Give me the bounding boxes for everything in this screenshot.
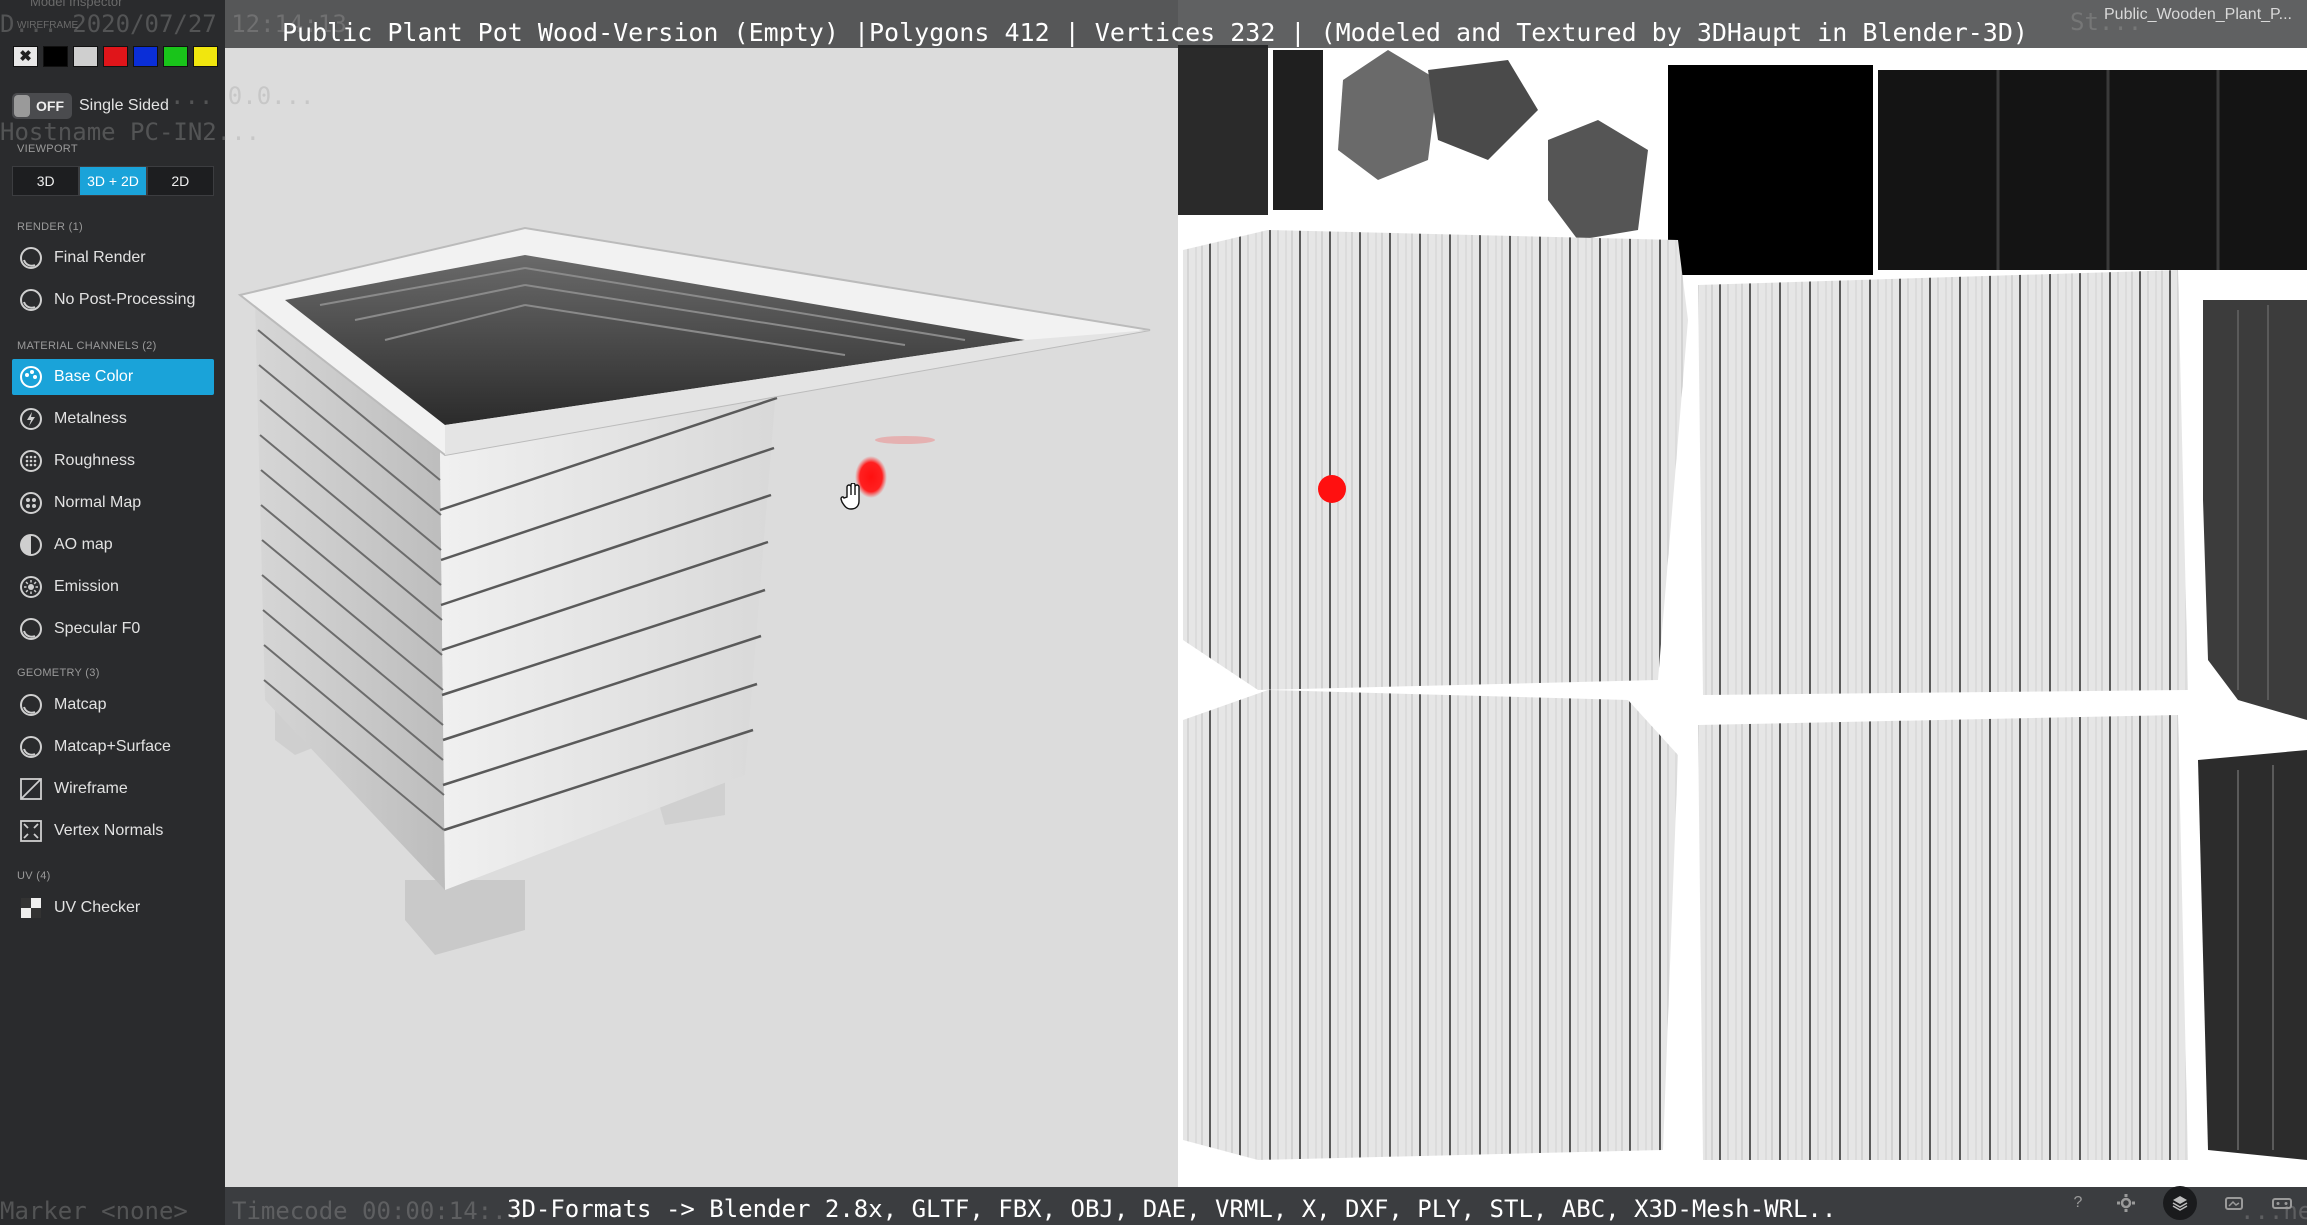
emission-item[interactable]: Emission	[12, 569, 214, 605]
metalness-item[interactable]: Metalness	[12, 401, 214, 437]
final-render-item[interactable]: Final Render	[12, 240, 214, 276]
ao-map-item[interactable]: AO map	[12, 527, 214, 563]
single-sided-label: Single Sided	[79, 97, 169, 114]
sphere-icon	[18, 287, 44, 313]
normal-map-label: Normal Map	[54, 494, 142, 511]
vertex-normals-icon	[18, 818, 44, 844]
wireframe-icon	[18, 776, 44, 802]
toggle-state: OFF	[36, 98, 64, 114]
viewport-3d2d-button[interactable]: 3D + 2D	[79, 166, 147, 196]
sphere-icon	[18, 692, 44, 718]
swatch-green[interactable]	[163, 46, 188, 67]
ghost-timecode: Timecode 00:00:14:..	[232, 1197, 521, 1225]
model-filename: Public_Wooden_Plant_P...	[2104, 6, 2292, 23]
toggle-knob	[14, 95, 30, 117]
uv-marker-2d	[1318, 475, 1346, 503]
ghost-hostname: Hostname PC-IN2...	[0, 118, 261, 146]
checker-icon	[18, 895, 44, 921]
uv-texture-map	[1178, 45, 2307, 1160]
matcap-surface-item[interactable]: Matcap+Surface	[12, 729, 214, 765]
viewport-2d-button[interactable]: 2D	[146, 166, 214, 196]
sphere-icon	[18, 616, 44, 642]
inspector-sidebar: Model Inspector WIREFRAME ✖ OFF Single S…	[0, 0, 225, 1225]
bottom-toolbar: ?	[2067, 1184, 2293, 1222]
wireframe-label: Wireframe	[54, 780, 128, 797]
final-render-label: Final Render	[54, 249, 146, 266]
roughness-label: Roughness	[54, 452, 135, 469]
hand-cursor-icon	[840, 483, 860, 510]
wireframe-item[interactable]: Wireframe	[12, 771, 214, 807]
uv-checker-label: UV Checker	[54, 899, 141, 916]
matcap-item[interactable]: Matcap	[12, 687, 214, 723]
lightning-icon	[18, 406, 44, 432]
sphere-icon	[18, 734, 44, 760]
uv-checker-item[interactable]: UV Checker	[12, 890, 214, 926]
vertex-normals-item[interactable]: Vertex Normals	[12, 813, 214, 849]
swatch-red[interactable]	[103, 46, 128, 67]
sun-icon	[18, 574, 44, 600]
single-sided-toggle[interactable]: OFF	[12, 93, 72, 119]
vr-icon[interactable]	[2271, 1192, 2293, 1214]
matcap-label: Matcap	[54, 696, 107, 713]
matcap-surface-label: Matcap+Surface	[54, 738, 171, 755]
viewport-mode-group: 3D 3D + 2D 2D	[12, 166, 214, 196]
swatch-blue[interactable]	[133, 46, 158, 67]
sidebar-header: Model Inspector	[30, 0, 123, 9]
ao-map-label: AO map	[54, 536, 113, 553]
specular-f0-label: Specular F0	[54, 620, 141, 637]
bumps-sphere-icon	[18, 490, 44, 516]
ghost-marker: Marker <none>	[0, 1197, 188, 1225]
no-post-processing-label: No Post-Processing	[54, 291, 196, 308]
swatch-none[interactable]: ✖	[13, 46, 38, 67]
supported-formats: 3D-Formats -> Blender 2.8x, GLTF, FBX, O…	[507, 1195, 1837, 1223]
plant-pot-render	[237, 226, 1151, 955]
viewport-3d-button[interactable]: 3D	[12, 166, 80, 196]
single-sided-row: OFF Single Sided	[12, 93, 169, 119]
emission-label: Emission	[54, 578, 119, 595]
base-color-label: Base Color	[54, 368, 134, 385]
metalness-label: Metalness	[54, 410, 127, 427]
palette-icon	[18, 364, 44, 390]
render-section-label: RENDER (1)	[17, 221, 83, 233]
model-title: Public Plant Pot Wood-Version (Empty) |P…	[282, 18, 2028, 47]
3d-viewport[interactable]	[225, 0, 1178, 1187]
swatch-gray[interactable]	[73, 46, 98, 67]
dots-sphere-icon	[18, 448, 44, 474]
ghost-line2: ... 0.0...	[170, 82, 315, 110]
layers-icon[interactable]	[2163, 1186, 2197, 1220]
base-color-item[interactable]: Base Color	[12, 359, 214, 395]
no-post-processing-item[interactable]: No Post-Processing	[12, 282, 214, 318]
sphere-icon	[18, 245, 44, 271]
uv-section-label: UV (4)	[17, 870, 51, 882]
roughness-item[interactable]: Roughness	[12, 443, 214, 479]
geometry-section-label: GEOMETRY (3)	[17, 667, 100, 679]
settings-icon[interactable]	[2115, 1192, 2137, 1214]
material-section-label: MATERIAL CHANNELS (2)	[17, 340, 157, 352]
vertex-normals-label: Vertex Normals	[54, 822, 164, 839]
screenshot-icon[interactable]	[2223, 1192, 2245, 1214]
uv-texture-viewport[interactable]	[1178, 0, 2307, 1187]
normal-map-item[interactable]: Normal Map	[12, 485, 214, 521]
help-icon[interactable]: ?	[2067, 1192, 2089, 1214]
swatch-black[interactable]	[43, 46, 68, 67]
wireframe-color-swatches: ✖	[13, 46, 218, 67]
half-sphere-icon	[18, 532, 44, 558]
swatch-yellow[interactable]	[193, 46, 218, 67]
specular-f0-item[interactable]: Specular F0	[12, 611, 214, 647]
